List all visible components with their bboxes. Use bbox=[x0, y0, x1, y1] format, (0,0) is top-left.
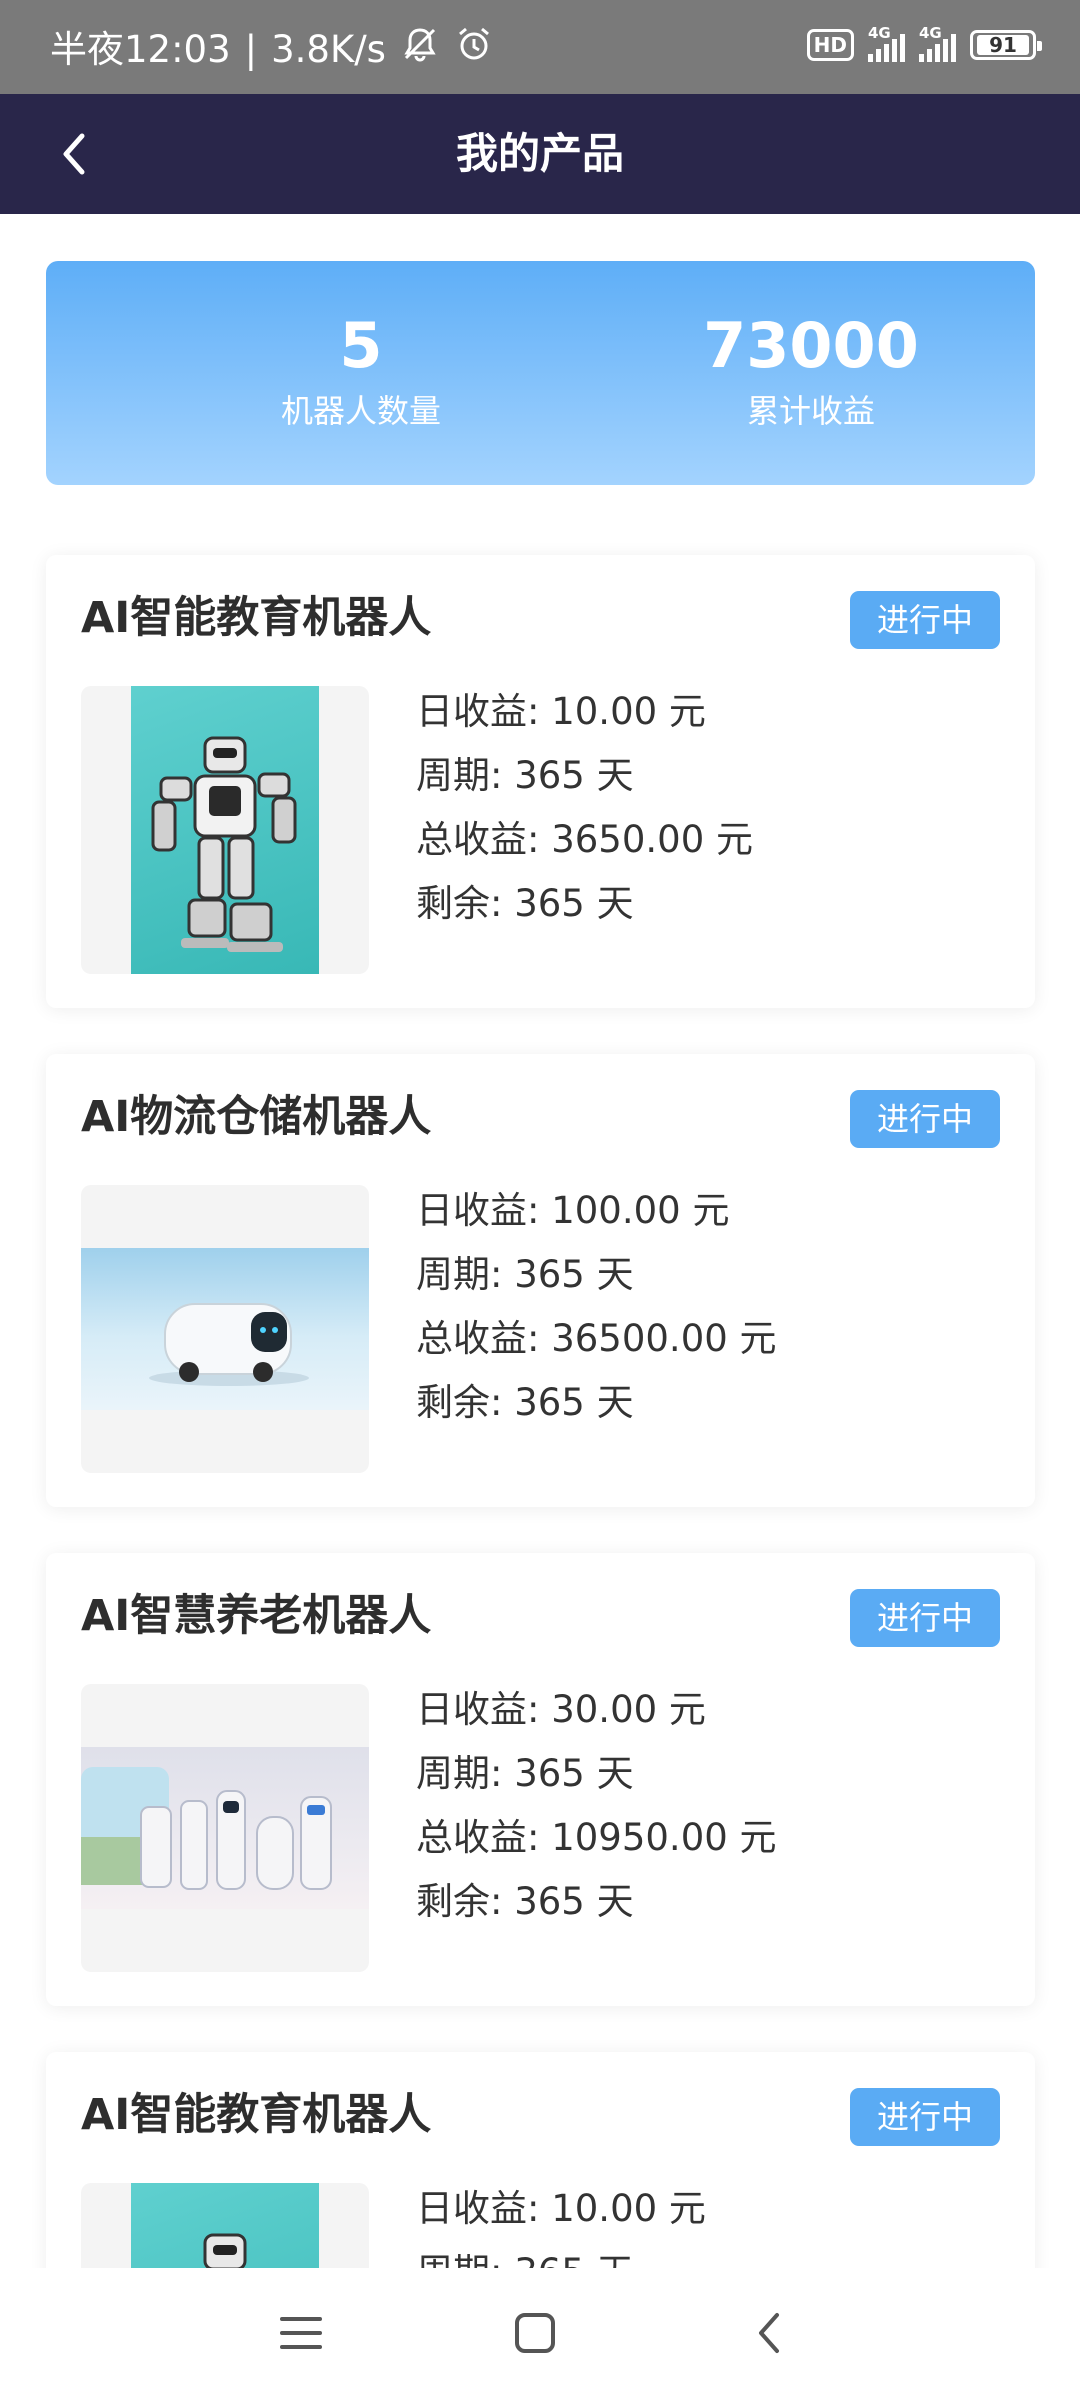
total-income: 总收益: 36500.00 元 bbox=[416, 1317, 777, 1360]
home-icon bbox=[515, 2313, 555, 2353]
period: 周期: 365 天 bbox=[416, 1253, 634, 1296]
product-info: 日收益: 100.00 元 周期: 365 天 总收益: 36500.00 元 … bbox=[416, 1179, 777, 1435]
robot-count-label: 机器人数量 bbox=[280, 392, 441, 430]
product-name: AI智能教育机器人 bbox=[81, 2090, 432, 2140]
app-header: 我的产品 bbox=[0, 94, 1080, 214]
battery-level: 91 bbox=[977, 35, 1029, 55]
clock: 半夜12:03 bbox=[50, 28, 231, 71]
page-title: 我的产品 bbox=[455, 129, 624, 178]
product-card[interactable]: AI物流仓储机器人 进行中 日收益: 100.00 元 周期: 365 天 总收… bbox=[46, 1054, 1035, 1507]
status-badge: 进行中 bbox=[850, 591, 1000, 649]
period: 周期: 365 天 bbox=[416, 1752, 634, 1795]
product-info: 日收益: 10.00 元 周期: 365 天 总收益: 3650.00 元 剩余… bbox=[416, 680, 753, 936]
network-type-2: 4G bbox=[919, 24, 942, 42]
hd-badge: HD bbox=[806, 29, 854, 61]
product-info: 日收益: 30.00 元 周期: 365 天 总收益: 10950.00 元 剩… bbox=[416, 1678, 777, 1934]
total-income: 总收益: 10950.00 元 bbox=[416, 1816, 777, 1859]
robot-count-stat: 5 机器人数量 bbox=[211, 311, 511, 433]
home-button[interactable] bbox=[490, 2298, 580, 2368]
product-name: AI智慧养老机器人 bbox=[81, 1591, 432, 1641]
daily-income: 日收益: 30.00 元 bbox=[416, 1688, 706, 1731]
network-speed: 3.8K/s bbox=[271, 28, 386, 71]
signal-icon-2: 4G bbox=[919, 24, 956, 62]
product-name: AI智能教育机器人 bbox=[81, 593, 432, 643]
total-income-stat: 73000 累计收益 bbox=[661, 311, 961, 433]
remaining-days: 剩余: 365 天 bbox=[416, 882, 634, 925]
back-button[interactable] bbox=[40, 120, 108, 188]
network-type-1: 4G bbox=[868, 24, 891, 42]
alarm-clock-icon bbox=[454, 24, 494, 76]
menu-button[interactable] bbox=[256, 2298, 346, 2368]
menu-icon bbox=[280, 2317, 322, 2349]
system-back-button[interactable] bbox=[725, 2298, 815, 2368]
product-card[interactable]: AI智能教育机器人 进行中 日收益: 10.00 元 周期: 365 天 总收益… bbox=[46, 555, 1035, 1008]
battery-icon: 91 bbox=[970, 30, 1042, 60]
education-robot-image bbox=[131, 686, 319, 974]
back-icon bbox=[759, 2313, 779, 2353]
education-robot-image bbox=[131, 2183, 319, 2268]
status-badge: 进行中 bbox=[850, 2088, 1000, 2146]
product-card[interactable]: AI智能教育机器人 进行中 日收益: 10.00 元 周期: 365 天 bbox=[46, 2052, 1035, 2268]
product-info: 日收益: 10.00 元 周期: 365 天 bbox=[416, 2177, 706, 2268]
total-income-value: 73000 bbox=[703, 309, 919, 382]
signal-icon-1: 4G bbox=[868, 24, 905, 62]
total-income: 总收益: 3650.00 元 bbox=[416, 818, 753, 861]
daily-income: 日收益: 100.00 元 bbox=[416, 1189, 730, 1232]
product-image bbox=[81, 1185, 369, 1473]
product-image bbox=[81, 1684, 369, 1972]
period: 周期: 365 天 bbox=[416, 754, 634, 797]
daily-income: 日收益: 10.00 元 bbox=[416, 690, 706, 733]
product-image bbox=[81, 686, 369, 974]
product-name: AI物流仓储机器人 bbox=[81, 1092, 432, 1142]
product-image bbox=[81, 2183, 369, 2268]
total-income-label: 累计收益 bbox=[746, 392, 875, 430]
status-bar: 半夜12:03 | 3.8K/s HD 4G 4G 91 bbox=[0, 0, 1080, 94]
status-badge: 进行中 bbox=[850, 1589, 1000, 1647]
system-nav-bar bbox=[0, 2268, 1080, 2400]
mute-bell-icon bbox=[400, 24, 440, 76]
separator: | bbox=[244, 28, 258, 71]
daily-income: 日收益: 10.00 元 bbox=[416, 2187, 706, 2230]
logistics-robot-image bbox=[81, 1248, 369, 1410]
robot-count-value: 5 bbox=[339, 309, 383, 382]
period: 周期: 365 天 bbox=[416, 2241, 706, 2268]
status-right: HD 4G 4G 91 bbox=[806, 24, 1042, 62]
status-badge: 进行中 bbox=[850, 1090, 1000, 1148]
product-card[interactable]: AI智慧养老机器人 进行中 日收益: 30.00 元 周期: 365 天 总收益… bbox=[46, 1553, 1035, 2006]
remaining-days: 剩余: 365 天 bbox=[416, 1381, 634, 1424]
eldercare-robot-image bbox=[81, 1747, 369, 1909]
product-list[interactable]: AI智能教育机器人 进行中 日收益: 10.00 元 周期: 365 天 总收益… bbox=[0, 525, 1080, 2268]
remaining-days: 剩余: 365 天 bbox=[416, 1880, 634, 1923]
summary-card: 5 机器人数量 73000 累计收益 bbox=[46, 261, 1035, 485]
status-left: 半夜12:03 | 3.8K/s bbox=[50, 24, 494, 76]
chevron-left-icon bbox=[63, 133, 85, 175]
